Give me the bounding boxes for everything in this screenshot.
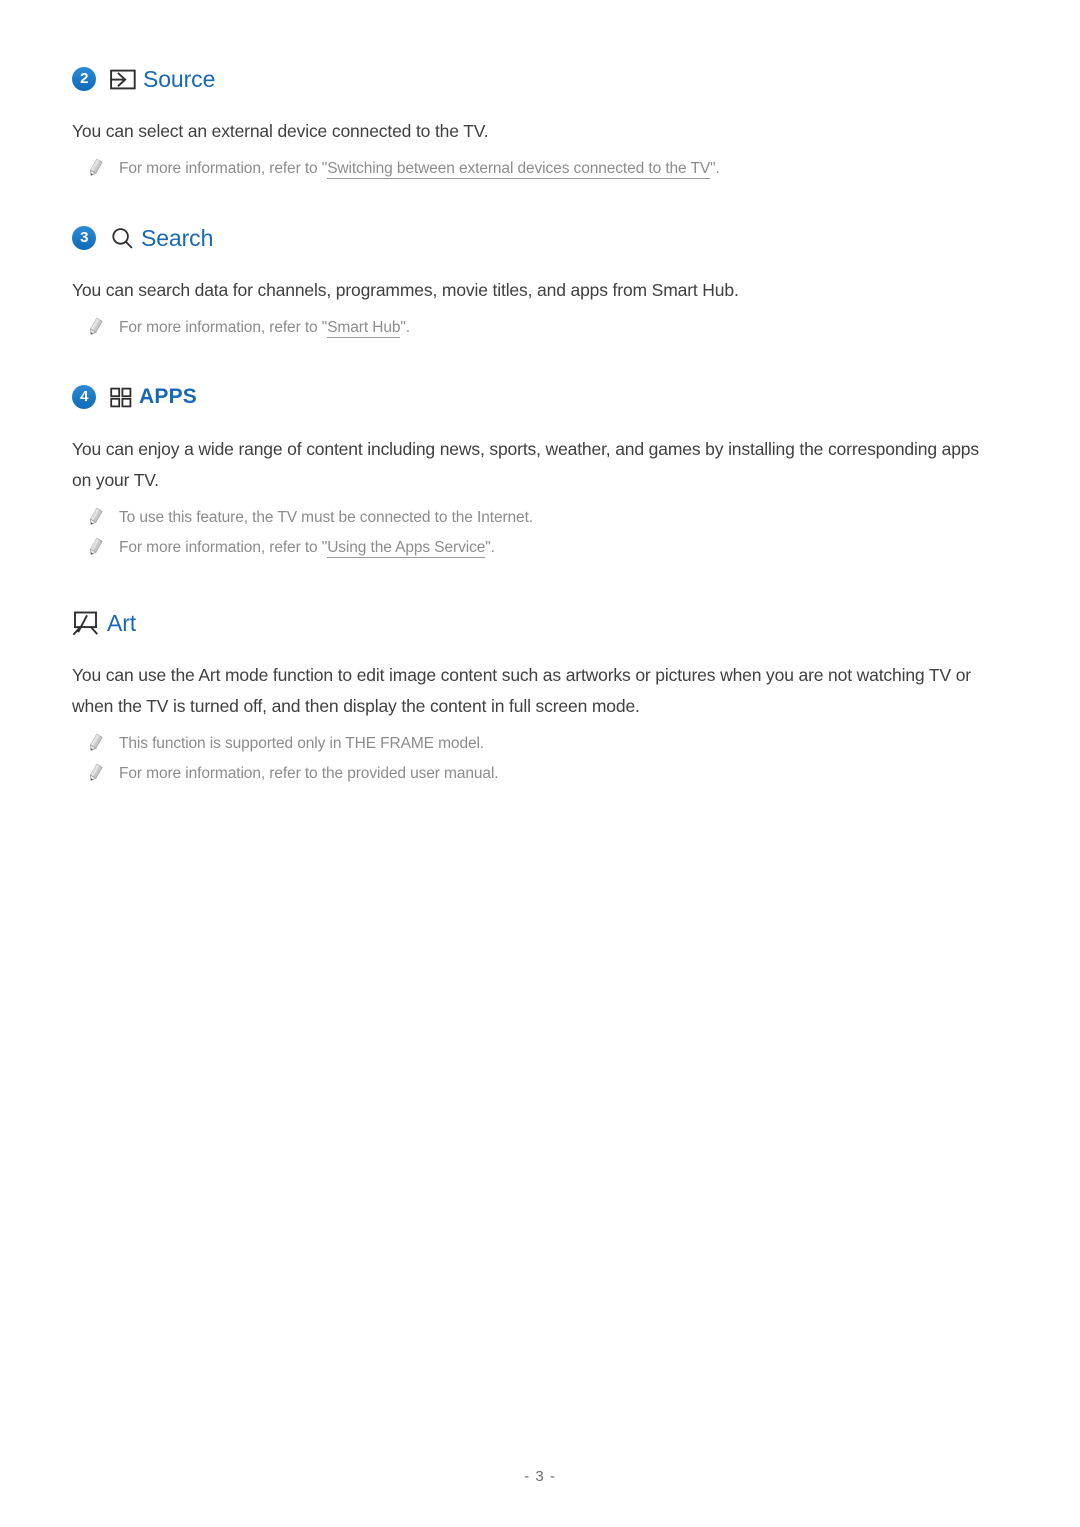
section-heading-apps: 4 APPS xyxy=(72,380,1008,414)
note-prefix: For more information, refer to " xyxy=(119,539,328,556)
note-prefix: For more information, refer to the provi… xyxy=(119,765,499,782)
note-suffix: ". xyxy=(400,319,410,336)
section-heading-search: 3 Search xyxy=(72,221,1008,255)
art-frame-icon xyxy=(72,611,100,635)
pencil-icon xyxy=(86,507,104,531)
note-text: For more information, refer to the provi… xyxy=(119,762,499,786)
section-heading-art: Art xyxy=(72,606,1008,640)
note-text: For more information, refer to "Switchin… xyxy=(119,157,720,181)
section-title: Source xyxy=(143,65,216,92)
section-paragraph: You can enjoy a wide range of content in… xyxy=(72,439,979,490)
section-number-badge: 2 xyxy=(72,67,96,91)
section-search: 3 Search You can search data for channel… xyxy=(72,221,1008,340)
section-paragraph: You can search data for channels, progra… xyxy=(72,280,739,300)
note-text: For more information, refer to "Using th… xyxy=(119,536,495,560)
note-suffix: ". xyxy=(485,539,495,556)
note-text: To use this feature, the TV must be conn… xyxy=(119,506,533,530)
pencil-icon xyxy=(86,158,104,182)
note-text: This function is supported only in THE F… xyxy=(119,732,484,756)
section-paragraph: You can use the Art mode function to edi… xyxy=(72,665,971,716)
note-prefix: For more information, refer to " xyxy=(119,319,328,336)
note-prefix: This function is supported only in THE F… xyxy=(119,735,485,752)
note-link[interactable]: Switching between external devices conne… xyxy=(327,160,710,179)
section-title: Search xyxy=(141,224,214,251)
pencil-icon xyxy=(86,733,104,757)
section-source: 2 Source You can select an external devi… xyxy=(72,62,1008,181)
section-number-badge: 3 xyxy=(72,226,96,250)
pencil-icon xyxy=(86,537,104,561)
pencil-icon xyxy=(86,763,104,787)
search-icon xyxy=(110,227,134,250)
section-title: APPS xyxy=(139,385,197,408)
note-item: For more information, refer to "Smart Hu… xyxy=(72,316,1008,340)
note-item: For more information, refer to "Using th… xyxy=(72,536,1008,560)
note-item: For more information, refer to "Switchin… xyxy=(72,157,1008,181)
source-icon xyxy=(110,69,136,90)
note-link[interactable]: Using the Apps Service xyxy=(327,539,485,558)
section-apps: 4 APPS You can enjoy a wide range of con… xyxy=(72,380,1008,560)
page-number-footer: - 3 - xyxy=(524,1468,556,1485)
note-item: For more information, refer to the provi… xyxy=(72,762,1008,786)
note-suffix: ". xyxy=(710,160,720,177)
pencil-icon xyxy=(86,317,104,341)
section-paragraph: You can select an external device connec… xyxy=(72,121,489,141)
note-prefix: For more information, refer to " xyxy=(119,160,328,177)
apps-grid-icon xyxy=(110,387,132,408)
section-number-badge: 4 xyxy=(72,385,96,409)
document-page: 2 Source You can select an external devi… xyxy=(0,0,1080,1527)
note-prefix: To use this feature, the TV must be conn… xyxy=(119,509,533,526)
note-link[interactable]: Smart Hub xyxy=(327,319,400,338)
note-item: To use this feature, the TV must be conn… xyxy=(72,506,1008,530)
note-item: This function is supported only in THE F… xyxy=(72,732,1008,756)
section-art: Art You can use the Art mode function to… xyxy=(72,606,1008,786)
section-heading-source: 2 Source xyxy=(72,62,1008,96)
note-text: For more information, refer to "Smart Hu… xyxy=(119,316,410,340)
section-title: Art xyxy=(107,609,137,636)
